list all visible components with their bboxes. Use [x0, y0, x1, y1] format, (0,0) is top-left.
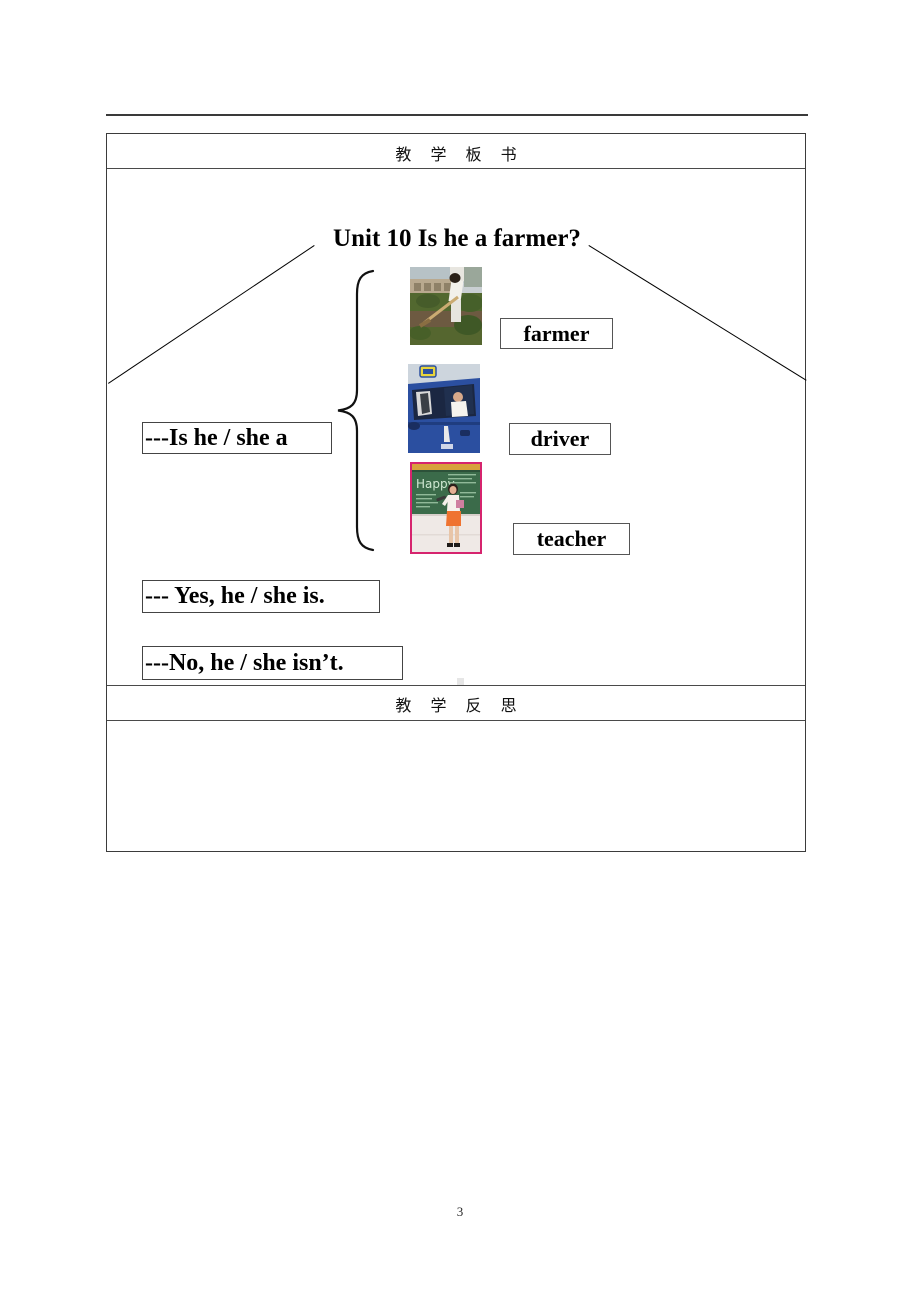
word-box-driver: driver [509, 423, 611, 455]
lesson-plan-table: 教 学 板 书 Unit 10 Is he a farmer? Happy fa… [106, 133, 807, 852]
diagonal-line-left [108, 245, 315, 384]
diagonal-line-right [588, 245, 807, 381]
row-divider-before-reflection [107, 685, 805, 686]
sentence-box-question: ---Is he / she a [142, 422, 332, 454]
top-horizontal-rule [106, 114, 808, 116]
reflection-content-area[interactable] [107, 721, 805, 852]
photo-farmer [410, 267, 482, 345]
board-section-heading: 教 学 板 书 [395, 145, 524, 164]
board-content-area: Unit 10 Is he a farmer? Happy farmer dri… [107, 168, 807, 685]
reflection-section-heading: 教 学 反 思 [395, 696, 524, 715]
unit-title: Unit 10 Is he a farmer? [333, 225, 581, 252]
page-number: 3 [456, 1204, 464, 1219]
stray-artifact-mark [457, 678, 464, 685]
curly-brace-icon [335, 268, 375, 553]
word-box-farmer: farmer [500, 318, 613, 349]
sentence-box-affirmative: --- Yes, he / she is. [142, 580, 380, 613]
word-box-teacher: teacher [513, 523, 630, 555]
photo-teacher: Happy [410, 462, 482, 554]
sentence-box-negative: ---No, he / she isn’t. [142, 646, 403, 680]
photo-driver [408, 364, 480, 453]
